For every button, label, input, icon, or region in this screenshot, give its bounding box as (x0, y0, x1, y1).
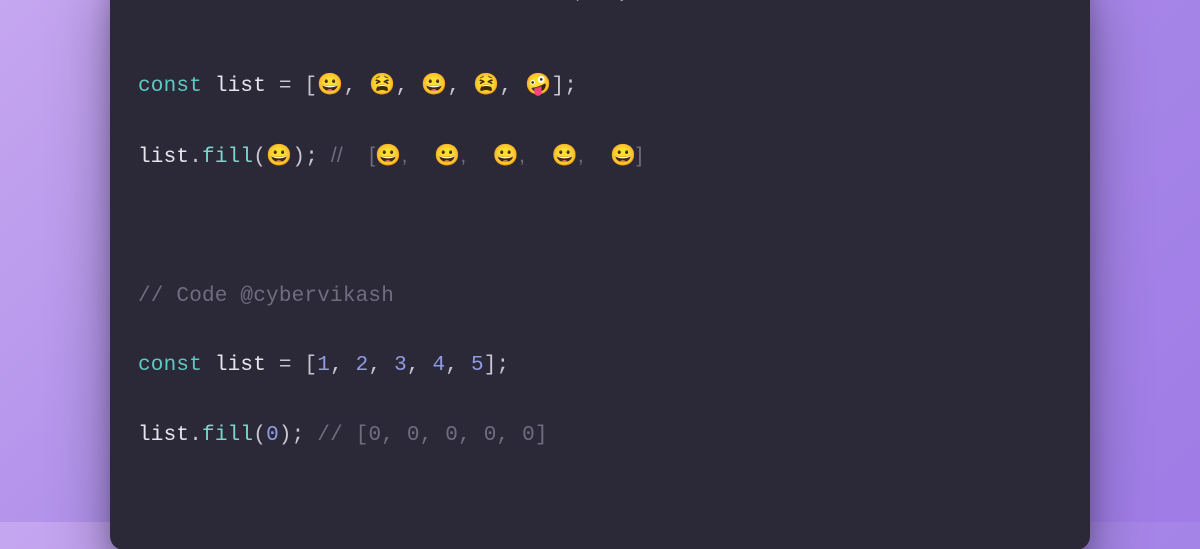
punct: , (330, 354, 356, 377)
number-literal: 0 (266, 424, 279, 447)
punct: . (189, 424, 202, 447)
punct: , (368, 354, 394, 377)
code-line: const list = [😀, 😫, 😀, 😫, 🤪]; (138, 68, 1062, 105)
code-line: const list = [1, 2, 3, 4, 5]; (138, 349, 1062, 384)
punct: = [ (266, 354, 317, 377)
code-line: // Code @cybervikash (138, 280, 1062, 315)
emoji-literal: 🤪 (525, 73, 551, 97)
comment: // [😀, 😀, 😀, 😀, 😀] (331, 144, 643, 168)
identifier: list (138, 424, 189, 447)
emoji-literal: 😀 (317, 73, 343, 97)
code-window: JavaScript Array Method const list = [😀,… (110, 0, 1090, 549)
identifier: list (138, 146, 189, 169)
punct: ]; (551, 75, 577, 98)
comment: // [0, 0, 0, 0, 0] (317, 424, 547, 447)
code-line: list.fill(😀); // [😀, 😀, 😀, 😀, 😀] (138, 139, 1062, 176)
punct: . (189, 146, 202, 169)
punct: , (448, 75, 474, 98)
number-literal: 5 (471, 354, 484, 377)
punct: ( (253, 424, 266, 447)
punct: = [ (266, 75, 317, 98)
punct: ); (279, 424, 317, 447)
punct: ( (253, 146, 266, 169)
number-literal: 3 (394, 354, 407, 377)
identifier: list (215, 354, 266, 377)
keyword-const: const (138, 75, 215, 98)
punct: , (445, 354, 471, 377)
keyword-const: const (138, 354, 215, 377)
punct: , (344, 75, 370, 98)
code-line: list.fill(0); // [0, 0, 0, 0, 0] (138, 419, 1062, 454)
punct: ]; (484, 354, 510, 377)
punct: ); (292, 146, 330, 169)
method-call: fill (202, 146, 253, 169)
method-call: fill (202, 424, 253, 447)
number-literal: 1 (317, 354, 330, 377)
punct: , (407, 354, 433, 377)
window-title: JavaScript Array Method (110, 0, 1090, 2)
number-literal: 4 (433, 354, 446, 377)
punct: , (500, 75, 526, 98)
code-block: const list = [😀, 😫, 😀, 😫, 🤪]; list.fill(… (110, 16, 1090, 549)
emoji-literal: 😀 (421, 73, 447, 97)
identifier: list (215, 75, 266, 98)
emoji-literal: 😫 (473, 73, 499, 97)
comment: // Code @cybervikash (138, 285, 394, 308)
emoji-literal: 😫 (369, 73, 395, 97)
code-line-blank (138, 211, 1062, 246)
window-titlebar: JavaScript Array Method (110, 0, 1090, 16)
punct: , (396, 75, 422, 98)
number-literal: 2 (356, 354, 369, 377)
emoji-literal: 😀 (266, 144, 292, 168)
